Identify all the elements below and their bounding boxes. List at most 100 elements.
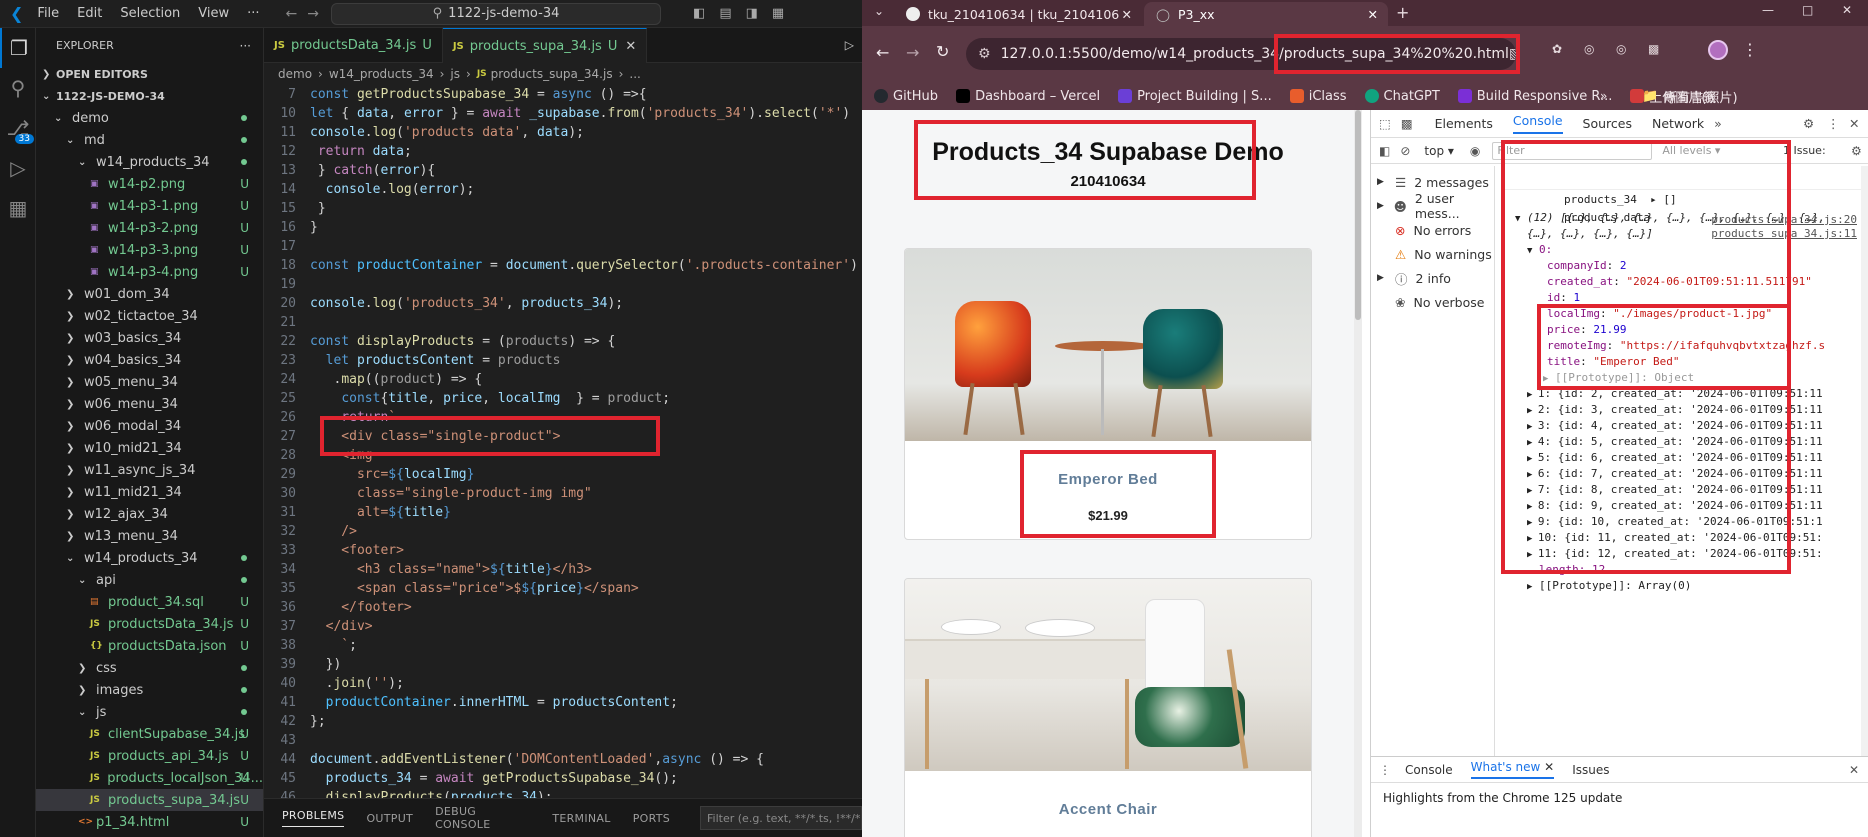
sidebar-user-messages[interactable]: ▶ ☻ 2 user mess...	[1371, 191, 1494, 221]
breadcrumb-item[interactable]: w14_products_34	[329, 67, 434, 81]
all-bookmarks[interactable]: 📁 所有書籤	[1642, 87, 1716, 106]
code-line[interactable]: 25 const{title, price, localImg } = prod…	[264, 389, 862, 408]
extension-icon[interactable]: ◎	[1584, 42, 1594, 56]
menu-dots-icon[interactable]: ⋮	[1742, 40, 1758, 59]
customize-layout-icon[interactable]: ▦	[772, 6, 784, 21]
settings-gear-icon[interactable]: ⚙	[1803, 116, 1814, 131]
source-control-icon[interactable]: ⎇ 33	[0, 108, 36, 148]
menu-selection[interactable]: Selection	[120, 6, 180, 21]
layout-sidebar-icon[interactable]: ◧	[693, 6, 705, 21]
tree-file[interactable]: JS productsData_34.js U	[36, 613, 263, 635]
extension-icon[interactable]: ✿	[1552, 42, 1562, 56]
tree-file[interactable]: <> p1_34.html U	[36, 811, 263, 833]
tree-file[interactable]: JS products_api_34.js U	[36, 745, 263, 767]
panel-tab-output[interactable]: OUTPUT	[366, 812, 413, 825]
menu-view[interactable]: View	[198, 6, 229, 21]
drawer-menu-icon[interactable]: ⋮	[1379, 763, 1391, 777]
nav-forward-icon[interactable]: →	[307, 6, 319, 22]
breadcrumb-item[interactable]: demo	[278, 67, 312, 81]
workspace-section[interactable]: ⌄ 1122-JS-DEMO-34	[36, 85, 263, 107]
close-tab-icon[interactable]: ✕	[1368, 7, 1378, 22]
code-line[interactable]: 12 return data;	[264, 142, 862, 161]
code-line[interactable]: 32 />	[264, 522, 862, 541]
panel-tab-problems[interactable]: PROBLEMS	[282, 809, 345, 827]
devtools-tab-console[interactable]: Console	[1512, 113, 1563, 134]
code-line[interactable]: 33 <footer>	[264, 541, 862, 560]
code-line[interactable]: 14 console.log(error);	[264, 180, 862, 199]
panel-filter-input[interactable]: Filter (e.g. text, **/*.ts, !**/*... ▼	[700, 806, 862, 830]
extension-icon[interactable]: ◎	[1616, 42, 1626, 56]
layout-secondary-icon[interactable]: ◨	[746, 6, 758, 21]
tab-productsdata[interactable]: JS productsData_34.js U	[264, 28, 443, 63]
code-line[interactable]: 21	[264, 313, 862, 332]
bookmarks-overflow-icon[interactable]: »	[1600, 89, 1607, 103]
code-line[interactable]: 42};	[264, 712, 862, 731]
code-line[interactable]: 24 .map((product) => {	[264, 370, 862, 389]
eye-icon[interactable]: ◉	[1470, 144, 1480, 158]
tree-folder[interactable]: ❯ w13_menu_34	[36, 525, 263, 547]
breadcrumb-item[interactable]: ...	[629, 67, 640, 81]
tree-file[interactable]: JS clientSupabase_34.js U	[36, 723, 263, 745]
menu-more[interactable]: ···	[247, 6, 259, 21]
more-tabs-icon[interactable]: »	[1714, 116, 1722, 131]
bookmark-project-building[interactable]: Project Building | S...	[1118, 89, 1272, 104]
tab-products-supa[interactable]: JS products_supa_34.js U ✕	[442, 28, 648, 63]
code-line[interactable]: 18 const productContainer = document.quer…	[264, 256, 862, 275]
tree-folder[interactable]: ❯ w02_tictactoe_34	[36, 305, 263, 327]
device-toolbar-icon[interactable]: ▩	[1401, 116, 1413, 131]
tree-folder[interactable]: ⌄ md	[36, 129, 263, 151]
tree-folder[interactable]: ❯ w06_menu_34	[36, 393, 263, 415]
code-line[interactable]: 31 alt=${title}	[264, 503, 862, 522]
nav-back-icon[interactable]: ←	[286, 6, 298, 22]
tree-file[interactable]: ▣ w14-p3-4.png U	[36, 261, 263, 283]
bookmark-vercel[interactable]: Dashboard – Vercel	[956, 89, 1100, 104]
code-line[interactable]: 7 const getProductsSupabase_34 = async ()…	[264, 85, 862, 104]
tree-file[interactable]: ▣ w14-p3-3.png U	[36, 239, 263, 261]
tree-folder[interactable]: ❯ w11_async_js_34	[36, 459, 263, 481]
code-line[interactable]: 41 productContainer.innerHTML = products…	[264, 693, 862, 712]
code-line[interactable]: 43	[264, 731, 862, 750]
back-icon[interactable]: ←	[876, 43, 889, 62]
tree-folder[interactable]: ❯ w05_menu_34	[36, 371, 263, 393]
tree-folder[interactable]: ⌄ w14_products_34	[36, 151, 263, 173]
tree-folder[interactable]: ⌄ demo	[36, 107, 263, 129]
code-line[interactable]: 35 <span class="price">$${price}</span>	[264, 579, 862, 598]
tree-folder[interactable]: ❯ w01_dom_34	[36, 283, 263, 305]
explorer-more-icon[interactable]: ···	[240, 39, 251, 53]
console-settings-icon[interactable]: ⚙	[1851, 144, 1862, 158]
tree-folder[interactable]: ❯ css	[36, 657, 263, 679]
clear-console-icon[interactable]: ⊘	[1400, 144, 1410, 158]
chrome-tab-active[interactable]: ◯ P3_xx ✕	[1144, 2, 1388, 26]
code-line[interactable]: 19	[264, 275, 862, 294]
tree-file[interactable]: ▣ w14-p3-1.png U	[36, 195, 263, 217]
bookmark-chatgpt[interactable]: ChatGPT	[1364, 89, 1440, 104]
tree-file[interactable]: ▣ w14-p2.png U	[36, 173, 263, 195]
breadcrumb-item[interactable]: js	[450, 67, 460, 81]
devtools-scrollbar[interactable]	[1861, 166, 1868, 756]
code-line[interactable]: 39 })	[264, 655, 862, 674]
tree-file[interactable]: JS products_supa_34.js U	[36, 789, 263, 811]
bookmark-github[interactable]: GitHub	[874, 89, 938, 104]
tree-folder[interactable]: ❯ w11_mid21_34	[36, 481, 263, 503]
tree-file[interactable]: JS products_localJson_34... U	[36, 767, 263, 789]
new-tab-icon[interactable]: +	[1396, 3, 1409, 22]
forward-icon[interactable]: →	[906, 43, 919, 62]
code-line[interactable]: 30 class="single-product-img img"	[264, 484, 862, 503]
explorer-icon[interactable]: ❐	[0, 28, 36, 68]
tree-folder[interactable]: ❯ w03_basics_34	[36, 327, 263, 349]
tree-folder[interactable]: ❯ images	[36, 679, 263, 701]
context-select[interactable]: top ▾	[1424, 144, 1454, 158]
code-line[interactable]: 38 `;	[264, 636, 862, 655]
tree-folder[interactable]: ⌄ api	[36, 569, 263, 591]
sidebar-verbose[interactable]: ❀ No verbose	[1371, 290, 1494, 314]
extensions-puzzle-icon[interactable]: ▩	[1648, 42, 1659, 56]
devtools-tab-sources[interactable]: Sources	[1583, 116, 1632, 131]
open-editors-section[interactable]: ❯ OPEN EDITORS	[36, 63, 263, 85]
devtools-close-icon[interactable]: ✕	[1849, 116, 1859, 131]
code-line[interactable]: 16}	[264, 218, 862, 237]
code-line[interactable]: 45 products_34 = await getProductsSupaba…	[264, 769, 862, 788]
code-line[interactable]: 20 console.log('products_34', products_34…	[264, 294, 862, 313]
code-line[interactable]: 15 }	[264, 199, 862, 218]
maximize-icon[interactable]: □	[1802, 3, 1813, 17]
sidebar-toggle-icon[interactable]: ◧	[1379, 144, 1390, 158]
